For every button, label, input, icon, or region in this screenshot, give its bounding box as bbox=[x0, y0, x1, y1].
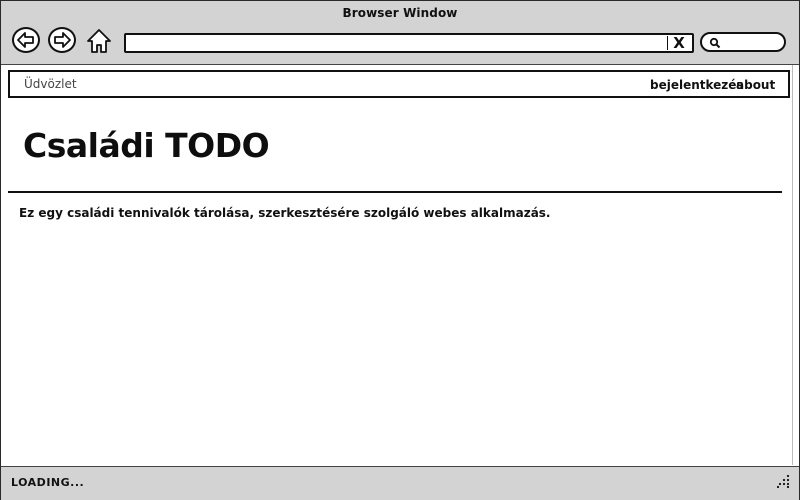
back-button[interactable] bbox=[12, 27, 40, 53]
site-navbar: Üdvözlet bejelentkezés about bbox=[8, 70, 790, 98]
greeting-text: Üdvözlet bbox=[24, 77, 77, 91]
back-arrow-icon bbox=[17, 32, 34, 48]
window-title: Browser Window bbox=[342, 6, 458, 20]
address-bar[interactable]: X bbox=[124, 33, 694, 53]
browser-window: Browser Window X Üdvözlet bejelentkezés … bbox=[0, 0, 800, 500]
page-title: Családi TODO bbox=[23, 126, 270, 165]
home-icon bbox=[87, 29, 111, 53]
title-divider bbox=[8, 191, 782, 193]
scrollbar-track[interactable] bbox=[792, 65, 793, 465]
search-field[interactable] bbox=[700, 32, 786, 52]
status-text: LOADING... bbox=[11, 476, 85, 489]
forward-arrow-icon bbox=[54, 32, 71, 48]
clear-url-button[interactable]: X bbox=[667, 35, 688, 51]
resize-grip-icon[interactable] bbox=[775, 473, 791, 489]
page-description: Ez egy családi tennivalók tárolása, szer… bbox=[19, 206, 551, 220]
status-bar: LOADING... bbox=[1, 466, 799, 500]
home-button[interactable] bbox=[85, 27, 113, 55]
url-input[interactable] bbox=[130, 36, 664, 52]
browser-chrome: Browser Window X bbox=[1, 1, 799, 65]
forward-button[interactable] bbox=[48, 27, 76, 53]
nav-link-about[interactable]: about bbox=[736, 78, 775, 92]
search-icon bbox=[709, 37, 721, 49]
nav-link-login[interactable]: bejelentkezés bbox=[650, 78, 744, 92]
